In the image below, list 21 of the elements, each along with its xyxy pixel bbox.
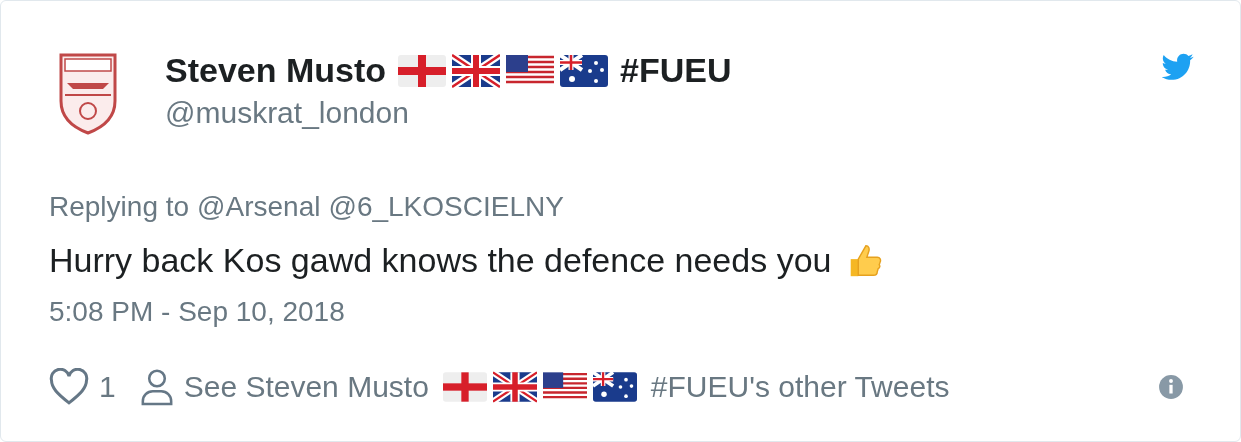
profile-link-text[interactable]: #FUEU's other Tweets xyxy=(650,370,950,404)
author-name-suffix[interactable]: #FUEU xyxy=(620,51,732,90)
tweet-text: Hurry back Kos gawd knows the defence needs you xyxy=(49,241,832,280)
like-count: 1 xyxy=(99,370,116,404)
replying-to-label: Replying to xyxy=(49,191,190,223)
author-handle[interactable]: @muskrat_london xyxy=(165,96,1162,130)
mention-link[interactable]: @6_LKOSCIELNY xyxy=(328,191,564,223)
profile-link-text[interactable]: See Steven Musto xyxy=(183,370,429,404)
flag-icon xyxy=(560,53,609,88)
flag-icon xyxy=(442,371,487,403)
flag-icon xyxy=(398,53,447,88)
flag-icon xyxy=(492,371,537,403)
bird-icon[interactable] xyxy=(1162,53,1194,81)
flag-icon xyxy=(452,53,501,88)
heart-icon[interactable] xyxy=(49,368,89,406)
flag-icon xyxy=(592,371,637,403)
author-name[interactable]: Steven Musto xyxy=(165,51,387,90)
mention-link[interactable]: @Arsenal xyxy=(197,191,321,223)
person-icon[interactable] xyxy=(139,368,174,406)
tweet-timestamp[interactable]: 5:08 PM - Sep 10, 2018 xyxy=(49,296,1194,328)
info-icon[interactable] xyxy=(1158,374,1184,400)
